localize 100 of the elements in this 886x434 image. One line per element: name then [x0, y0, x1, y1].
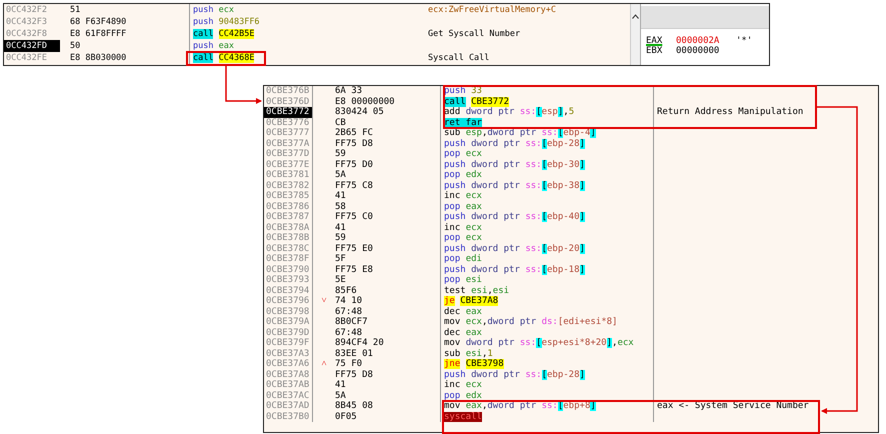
instruction-text: pop ecx — [443, 233, 482, 243]
register-ascii: '*' — [736, 37, 752, 46]
register-value: 00000000 — [676, 46, 720, 56]
address-cell[interactable]: 0CC432F3 — [4, 16, 60, 28]
address-cell[interactable]: 0CBE378A — [264, 222, 313, 233]
address-cell[interactable]: 0CC432FD — [4, 40, 60, 52]
instruction-text: pop eax — [443, 202, 482, 212]
address-cell[interactable]: 0CBE3777 — [264, 128, 313, 138]
instruction-text: inc ecx — [443, 222, 482, 232]
bytes-cell: 8B45 08 — [335, 401, 373, 412]
branch-marker: ˄ — [321, 359, 327, 370]
address-cell[interactable]: 0CBE3776 — [264, 118, 313, 128]
address-cell[interactable]: 0CBE3790 — [264, 264, 313, 275]
instruction-text: push ecx — [192, 4, 235, 16]
bytes-cell: FF75 C8 — [335, 180, 373, 191]
instruction-text: inc ecx — [443, 380, 482, 390]
address-cell[interactable]: 0CBE37A6 — [264, 359, 313, 370]
address-cell[interactable]: 0CBE3787 — [264, 212, 313, 222]
address-cell[interactable]: 0CBE379F — [264, 338, 313, 348]
address-cell[interactable]: 0CBE379D — [264, 328, 313, 338]
bytes-cell: E8 8B030000 — [60, 52, 190, 64]
address-cell[interactable]: 0CBE377A — [264, 138, 313, 149]
address-cell[interactable]: 0CBE37B0 — [264, 412, 313, 422]
address-cell[interactable]: 0CBE37A8 — [264, 370, 313, 380]
bytes-cell: 58 — [335, 202, 346, 212]
bytes-cell: FF75 E8 — [335, 264, 373, 275]
instruction-text: jne CBE3798 — [443, 359, 504, 369]
instruction-text: add dword ptr ss:[esp],5 — [443, 107, 574, 117]
bytes-cell: 41 — [335, 380, 346, 390]
instruction-text: pop ecx — [443, 149, 482, 159]
instruction-text: push dword ptr ss:[ebp-18] — [443, 264, 585, 274]
instruction-text: dec eax — [443, 306, 482, 316]
comment-text: ecx:ZwFreeVirtualMemory+C — [428, 5, 556, 15]
connector-arrow — [225, 66, 262, 104]
instruction-text: pop esi — [443, 275, 482, 285]
address-cell[interactable]: 0CBE3793 — [264, 275, 313, 286]
bytes-cell: 51 — [60, 4, 190, 16]
bytes-cell: 41 — [335, 222, 346, 233]
instruction-text: pop edx — [443, 390, 482, 400]
bytes-cell: FF75 C0 — [335, 212, 373, 222]
instruction-text: call CBE3772 — [443, 96, 510, 106]
bytes-cell: 50 — [60, 40, 190, 52]
address-cell[interactable]: 0CC432F2 — [4, 4, 60, 16]
bytes-cell: 0F05 — [335, 412, 357, 422]
address-cell[interactable]: 0CBE37AC — [264, 390, 313, 401]
instruction-text: push dword ptr ss:[ebp-40] — [443, 212, 585, 222]
address-cell[interactable]: 0CBE3785 — [264, 191, 313, 202]
bytes-cell: FF75 D8 — [335, 370, 373, 380]
address-cell[interactable]: 0CBE37AD — [264, 401, 313, 412]
bytes-cell: 85F6 — [335, 286, 357, 296]
instruction-text: push dword ptr ss:[ebp-28] — [443, 370, 585, 380]
address-cell[interactable]: 0CBE37AB — [264, 380, 313, 390]
bytes-cell: 830424 05 — [335, 107, 384, 118]
instruction-text: ret far — [443, 118, 482, 128]
address-cell[interactable]: 0CBE376B — [264, 86, 313, 96]
address-cell[interactable]: 0CBE377E — [264, 160, 313, 170]
scroll-up-icon[interactable] — [632, 14, 639, 19]
bytes-cell: 68 F63F4890 — [60, 16, 190, 28]
instruction-text: push dword ptr ss:[ebp-38] — [443, 180, 585, 190]
register-name[interactable]: EBX — [646, 46, 676, 56]
address-cell[interactable]: 0CBE3772 — [264, 107, 313, 118]
bytes-cell: E8 00000000 — [335, 96, 395, 107]
address-cell[interactable]: 0CC432FE — [4, 52, 60, 64]
bytes-cell: 41 — [335, 191, 346, 202]
address-cell[interactable]: 0CBE3781 — [264, 170, 313, 180]
address-cell[interactable]: 0CBE378F — [264, 254, 313, 264]
bytes-cell: 67:48 — [335, 328, 362, 338]
comment-text: Get Syscall Number — [428, 29, 520, 39]
bytes-cell: E8 61F8FFFF — [60, 28, 190, 40]
address-cell[interactable]: 0CBE3796 — [264, 296, 313, 306]
bytes-cell: 59 — [335, 233, 346, 244]
address-cell[interactable]: 0CBE378C — [264, 244, 313, 254]
bytes-cell: 2B65 FC — [335, 128, 373, 138]
comment-text: Return Address Manipulation — [657, 107, 804, 117]
bytes-cell: 5A — [335, 390, 346, 401]
address-cell[interactable]: 0CC432F8 — [4, 28, 60, 40]
instruction-text: syscall — [443, 412, 482, 422]
address-cell[interactable]: 0CBE377D — [264, 149, 313, 160]
address-cell[interactable]: 0CBE3798 — [264, 306, 313, 317]
address-cell[interactable]: 0CBE3782 — [264, 180, 313, 191]
register-name[interactable]: EAX — [646, 37, 676, 46]
bytes-cell: 6A 33 — [335, 86, 362, 96]
bytes-cell: FF75 E0 — [335, 244, 373, 254]
address-cell[interactable]: 0CBE3786 — [264, 202, 313, 212]
address-cell[interactable]: 0CBE3794 — [264, 286, 313, 296]
bytes-cell: 5F — [335, 254, 346, 264]
instruction-text: call CC4368E — [192, 52, 256, 64]
instruction-text: sub esi,1 — [443, 348, 493, 358]
bytes-cell: 75 F0 — [335, 359, 362, 370]
bytes-cell: 74 10 — [335, 296, 362, 306]
register-value: 0000002A — [676, 37, 720, 46]
instruction-text: push dword ptr ss:[ebp-20] — [443, 244, 585, 254]
address-cell[interactable]: 0CBE378B — [264, 233, 313, 244]
address-cell[interactable]: 0CBE379A — [264, 317, 313, 328]
instruction-text: inc ecx — [443, 191, 482, 201]
bytes-cell: 59 — [335, 149, 346, 160]
address-cell[interactable]: 0CBE37A3 — [264, 348, 313, 359]
scrollbar[interactable] — [630, 4, 640, 65]
instruction-text: je CBE37A8 — [443, 296, 498, 306]
instruction-text: dec eax — [443, 328, 482, 338]
